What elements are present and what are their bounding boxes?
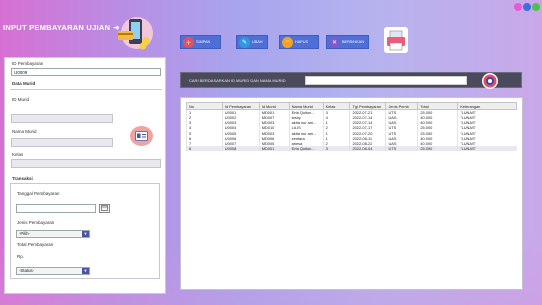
col-payment-date-cell: 2022-08-04 [349,146,386,152]
student-id-label: ID Murid [12,97,30,102]
search-button[interactable] [482,73,498,89]
clear-button[interactable]: ✕ BERSIHKAN [326,35,369,49]
table-row[interactable]: 5 U0005 MD003 akita nur am... 1 2022-07-20 UTS… [186,130,517,136]
app-title-text: INPUT PEMBAYARAN UJIAN [3,23,111,32]
col-payment-id-header[interactable]: Id Pembayaran [221,102,260,110]
col-total-cell: 25.000 [417,146,458,152]
col-student-id-cell: MD001 [258,146,290,152]
delete-button-label: HAPUS [295,40,309,44]
payment-table: No Id Pembayaran Id Murid Nama Murid Kelas Tg… [186,102,517,152]
save-icon: ＋ [183,36,194,48]
payment-illustration-icon [118,17,153,50]
printer-icon[interactable] [384,27,408,53]
payment-type-value: -Pilih- [19,231,30,236]
transaction-section-title: Transaksi [12,176,33,181]
payment-id-label: ID Pembayaran [12,61,44,66]
col-student-id-header[interactable]: Id Murid [258,102,290,110]
calendar-button[interactable] [99,204,110,213]
table-panel: No Id Pembayaran Id Murid Nama Murid Kelas Tg… [180,97,523,290]
minimize-button[interactable] [514,3,522,11]
payment-id-field[interactable]: U0009 [11,68,161,76]
edit-icon: ✎ [239,36,250,48]
col-payment-type-cell: UTS [385,146,418,152]
student-card-icon [135,131,148,141]
class-field[interactable] [11,159,161,168]
col-no-cell: 8 [186,146,223,152]
col-class-cell: 3 [322,146,350,152]
calendar-icon [101,205,108,211]
col-payment-type-header[interactable]: Jenis Pemb [385,102,419,110]
status-select[interactable]: -Status- ▼ [16,267,90,275]
col-remarks-header[interactable]: Keterangan [457,102,517,110]
delete-button[interactable]: − HAPUS [279,35,319,49]
save-button[interactable]: ＋ SIMPAN [180,35,221,49]
student-name-label: Nama Murid [12,129,37,134]
transaction-box: Tanggal Pembayaran Jenis Pembayaran -Pil… [10,183,160,279]
clear-icon: ✕ [329,36,340,48]
table-row[interactable]: 4 U0004 MD010 LILIS 2 2022-07-17 UTS 25.000 "LUN… [186,125,517,131]
col-remarks-cell: "LUNAS" [457,146,517,152]
status-value: -Status- [19,268,35,273]
total-payment-label: Total Pembayaran [17,242,54,247]
search-input[interactable] [305,76,467,85]
save-button-label: SIMPAN [196,40,211,44]
chevron-down-icon: ▼ [82,268,89,274]
col-student-name-header[interactable]: Nama Murid [288,102,324,110]
col-class-header[interactable]: Kelas [322,102,351,110]
payment-date-field[interactable] [16,204,96,213]
edit-button[interactable]: ✎ UBAH [236,35,268,49]
close-button[interactable] [532,3,540,11]
delete-icon: − [282,36,293,48]
app-title: INPUT PEMBAYARAN UJIAN ➜ [3,23,120,32]
student-search-button[interactable] [130,126,153,146]
class-label: Kelas [12,152,24,157]
student-section-title: Data Murid [12,81,36,86]
search-icon [483,74,497,88]
search-bar: CARI BERDASARKAN ID MURID DAN NAMA MURID [180,72,522,89]
col-student-name-cell: Erfa Quiton... [288,146,324,152]
edit-button-label: UBAH [252,40,263,44]
col-no-header[interactable]: No [186,102,223,110]
col-payment-id-cell: U0008 [221,146,260,152]
table-header-row: No Id Pembayaran Id Murid Nama Murid Kelas Tg… [186,102,517,110]
chevron-down-icon: ▼ [82,231,89,237]
col-payment-date-header[interactable]: Tgl Pembayaran [349,102,387,110]
clear-button-label: BERSIHKAN [342,40,364,44]
form-panel: ID Pembayaran U0009 Data Murid ID Murid … [4,57,166,294]
maximize-button[interactable] [523,3,531,11]
currency-prefix: Rp. [17,254,25,259]
payment-type-label: Jenis Pembayaran [17,220,55,225]
payment-date-label: Tanggal Pembayaran [17,191,60,196]
payment-type-select[interactable]: -Pilih- ▼ [16,230,90,238]
student-id-field[interactable] [11,114,113,123]
table-body: 1 U0001 MD001 Erfa Quiton... 3 2022-07-21 UTS 2… [186,109,517,152]
section-divider [10,89,162,90]
search-label: CARI BERDASARKAN ID MURID DAN NAMA MURID [189,78,286,83]
student-name-field[interactable] [11,138,113,147]
col-total-header[interactable]: Total [417,102,459,110]
table-row[interactable]: 8 U0008 MD001 Erfa Quiton... 3 2022-08-04 UTS 2… [186,146,517,152]
